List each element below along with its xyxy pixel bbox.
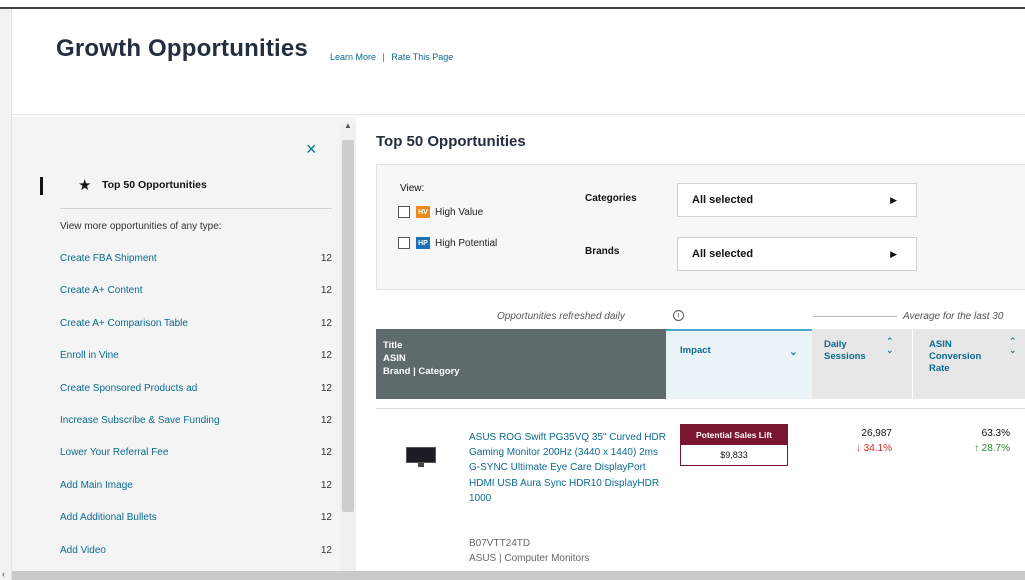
sidebar-scrollbar-thumb[interactable] xyxy=(342,140,354,512)
high-value-label: High Value xyxy=(435,206,484,218)
scroll-up-icon[interactable]: ▲ xyxy=(344,121,352,130)
categories-select[interactable]: All selected ▶ xyxy=(677,183,917,217)
view-label: View: xyxy=(400,183,425,194)
high-value-checkbox[interactable] xyxy=(398,206,410,218)
categories-label: Categories xyxy=(585,193,637,204)
page-title: Growth Opportunities xyxy=(56,35,308,62)
sidebar-item-label[interactable]: Add Main Image xyxy=(60,480,133,491)
brands-value: All selected xyxy=(692,248,754,260)
sidebar-item-count: 12 xyxy=(320,285,332,297)
column-header-title: Title ASIN Brand | Category xyxy=(376,329,666,399)
column-asin-label: ASIN xyxy=(383,353,406,364)
sidebar-list: Create FBA Shipment 12 Create A+ Content 1… xyxy=(60,253,332,577)
sidebar-item-enroll-in-vine[interactable]: Enroll in Vine 12 xyxy=(60,350,332,382)
sidebar-item-count: 12 xyxy=(320,414,332,426)
info-icon[interactable]: i xyxy=(673,310,684,321)
sidebar-item-count: 12 xyxy=(320,317,332,329)
high-potential-checkbox[interactable] xyxy=(398,237,410,249)
sidebar-item-count: 12 xyxy=(320,479,332,491)
scroll-left-icon[interactable]: ‹ xyxy=(2,569,5,579)
sidebar-item-label[interactable]: Add Additional Bullets xyxy=(60,512,157,523)
sidebar-item-count: 12 xyxy=(320,350,332,362)
learn-more-link[interactable]: Learn More xyxy=(330,52,376,62)
sort-icon[interactable]: ⌃ ⌄ xyxy=(1009,337,1017,355)
sidebar-item-label[interactable]: Enroll in Vine xyxy=(60,350,119,361)
brands-select[interactable]: All selected ▶ xyxy=(677,237,917,271)
column-header-daily-sessions[interactable]: Daily Sessions ⌃ ⌄ xyxy=(812,329,912,399)
sidebar-item-label[interactable]: Create Sponsored Products ad xyxy=(60,383,197,394)
header-links: Learn More | Rate This Page xyxy=(330,52,453,62)
sidebar-item-lower-referral-fee[interactable]: Lower Your Referral Fee 12 xyxy=(60,447,332,479)
sidebar-item-add-main-image[interactable]: Add Main Image 12 xyxy=(60,480,332,512)
sidebar-item-create-fba-shipment[interactable]: Create FBA Shipment 12 xyxy=(60,253,332,285)
average-note: Average for the last 30 xyxy=(903,311,1004,322)
sidebar-item-count: 12 xyxy=(320,512,332,524)
chevron-down-icon[interactable]: ⌄ xyxy=(789,345,798,358)
sidebar: × ★ Top 50 Opportunities View more oppor… xyxy=(12,117,356,572)
product-title-link[interactable]: ASUS ROG Swift PG35VQ 35" Curved HDR Gam… xyxy=(469,430,667,506)
conversion-rate-value: 63.3% xyxy=(981,428,1010,439)
column-impact-label: Impact xyxy=(680,345,711,356)
left-edge xyxy=(0,9,12,580)
daily-sessions-change: ↓ 34.1% xyxy=(855,443,892,454)
sidebar-divider xyxy=(60,208,332,209)
sidebar-item-sponsored-products-ad[interactable]: Create Sponsored Products ad 12 xyxy=(60,383,332,415)
sidebar-item-label[interactable]: Increase Subscribe & Save Funding xyxy=(60,415,220,426)
product-thumbnail[interactable] xyxy=(406,447,436,467)
lift-value: $9,833 xyxy=(720,450,748,460)
sidebar-item-label[interactable]: Create A+ Comparison Table xyxy=(60,318,188,329)
potential-sales-lift: Potential Sales Lift $9,833 xyxy=(680,424,788,466)
sidebar-item-label[interactable]: Create FBA Shipment xyxy=(60,253,157,264)
column-brand-category-label: Brand | Category xyxy=(383,366,460,377)
product-asin: B07VTT24TD xyxy=(469,538,531,549)
caret-right-icon: ▶ xyxy=(890,194,897,205)
sidebar-item-label[interactable]: Add Video xyxy=(60,545,106,556)
sidebar-item-add-bullets[interactable]: Add Additional Bullets 12 xyxy=(60,512,332,544)
column-header-impact[interactable]: Impact ⌄ xyxy=(666,329,812,399)
product-brand-category: ASUS | Computer Monitors xyxy=(469,553,590,564)
high-potential-filter[interactable]: HP High Potential xyxy=(398,237,497,249)
main-title: Top 50 Opportunities xyxy=(376,133,526,150)
selected-indicator xyxy=(40,177,43,195)
column-conv-label-1: ASIN xyxy=(929,339,952,350)
high-potential-tag: HP xyxy=(416,237,430,249)
sidebar-item-count: 12 xyxy=(320,447,332,459)
column-title-label: Title xyxy=(383,340,403,351)
categories-value: All selected xyxy=(692,194,754,206)
sidebar-item-subscribe-save[interactable]: Increase Subscribe & Save Funding 12 xyxy=(60,415,332,447)
sidebar-content: × ★ Top 50 Opportunities View more oppor… xyxy=(35,117,335,572)
brands-label: Brands xyxy=(585,246,620,257)
refresh-note: Opportunities refreshed daily xyxy=(497,311,625,322)
horizontal-scrollbar[interactable] xyxy=(12,571,1025,580)
high-potential-label: High Potential xyxy=(435,237,498,249)
rate-page-link[interactable]: Rate This Page xyxy=(391,52,453,62)
sidebar-item-count: 12 xyxy=(320,544,332,556)
daily-sessions-value: 26,987 xyxy=(861,428,892,439)
sidebar-item-count: 12 xyxy=(320,253,332,264)
sidebar-item-label[interactable]: Create A+ Content xyxy=(60,285,143,296)
star-icon: ★ xyxy=(78,177,92,194)
window-top-border xyxy=(0,0,1025,9)
caret-right-icon: ▶ xyxy=(890,248,897,259)
column-header-conversion-rate[interactable]: ASIN Conversion Rate ⌃ ⌄ xyxy=(913,329,1025,399)
high-value-tag: HV xyxy=(416,206,430,218)
average-divider xyxy=(813,316,897,317)
sidebar-item-create-comparison-table[interactable]: Create A+ Comparison Table 12 xyxy=(60,318,332,350)
sidebar-item-top-50[interactable]: Top 50 Opportunities xyxy=(102,179,207,191)
sidebar-item-create-a-plus-content[interactable]: Create A+ Content 12 xyxy=(60,285,332,317)
close-icon[interactable]: × xyxy=(306,139,317,160)
column-conv-label-2: Conversion xyxy=(929,351,982,362)
sidebar-item-label[interactable]: Lower Your Referral Fee xyxy=(60,447,168,458)
sidebar-item-count: 12 xyxy=(320,382,332,394)
lift-label: Potential Sales Lift xyxy=(681,425,787,445)
link-separator: | xyxy=(382,52,385,62)
conversion-rate-change: ↑ 28.7% xyxy=(973,443,1010,454)
page-header: Growth Opportunities Learn More | Rate T… xyxy=(12,11,1025,115)
column-conv-label-3: Rate xyxy=(929,363,950,374)
sort-icon[interactable]: ⌃ ⌄ xyxy=(886,337,894,355)
sidebar-subheading: View more opportunities of any type: xyxy=(60,221,222,232)
high-value-filter[interactable]: HV High Value xyxy=(398,206,483,218)
